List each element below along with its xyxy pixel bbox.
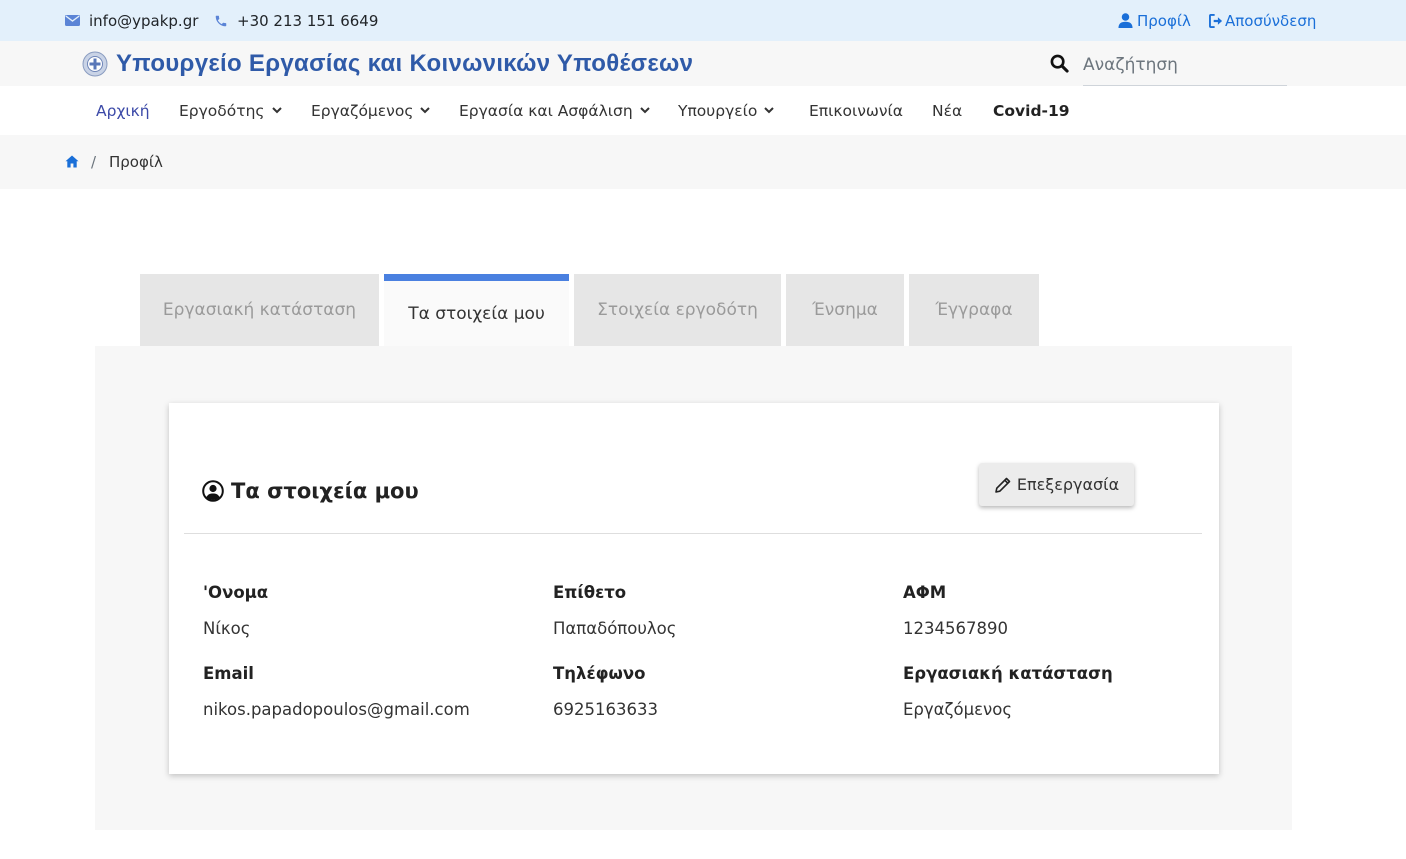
pencil-icon	[995, 477, 1011, 493]
nav-item-label: Εργασία και Ασφάλιση	[459, 101, 633, 120]
field-value-work-status: Εργαζόμενος	[903, 700, 1013, 719]
search-icon[interactable]	[1050, 54, 1069, 73]
nav-item-label: Επικοινωνία	[809, 101, 903, 120]
tab-my-details[interactable]: Τα στοιχεία μου	[384, 274, 569, 346]
nav-item-contact[interactable]: Επικοινωνία	[809, 86, 903, 135]
envelope-icon	[65, 15, 80, 26]
contact-email[interactable]: info@ypakp.gr	[65, 0, 198, 41]
chevron-down-icon	[639, 107, 650, 114]
contact-phone-text: +30 213 151 6649	[237, 11, 379, 30]
nav-item-ministry[interactable]: Υπουργείο	[678, 86, 775, 135]
field-value-email: nikos.papadopoulos@gmail.com	[203, 700, 470, 719]
field-value-tax-id: 1234567890	[903, 619, 1008, 638]
site-header: Υπουργείο Εργασίας και Κοινωνικών Υποθέσ…	[0, 41, 1406, 86]
field-label-tax-id: ΑΦΜ	[903, 583, 947, 602]
greek-coat-of-arms-icon	[82, 51, 108, 76]
phone-icon	[215, 15, 227, 26]
nav-item-home[interactable]: Αρχική	[96, 86, 150, 135]
user-circle-icon	[202, 480, 224, 502]
tab-employer-details[interactable]: Στοιχεία εργοδότη	[574, 274, 781, 346]
field-label-phone: Τηλέφωνο	[553, 664, 646, 683]
field-value-last-name: Παπαδόπουλος	[553, 619, 677, 638]
breadcrumb: / Προφίλ	[0, 135, 1406, 189]
tab-work-status[interactable]: Εργασιακή κατάσταση	[140, 274, 379, 346]
nav-item-label: Αρχική	[96, 101, 150, 120]
nav-item-news[interactable]: Νέα	[932, 86, 962, 135]
tab-label: Εργασιακή κατάσταση	[162, 300, 357, 320]
chevron-down-icon	[271, 107, 282, 114]
nav-item-employee[interactable]: Εργαζόμενος	[311, 86, 431, 135]
main-nav: Αρχική Εργοδότης Εργαζόμενος Εργασία και…	[0, 86, 1406, 135]
breadcrumb-separator: /	[91, 153, 97, 171]
nav-item-label: Εργοδότης	[179, 101, 265, 120]
field-label-first-name: 'Ονομα	[203, 583, 269, 602]
card-title-text: Τα στοιχεία μου	[231, 479, 419, 503]
profile-link-label: Προφίλ	[1137, 11, 1191, 30]
tab-stamps[interactable]: Ένσημα	[786, 274, 904, 346]
field-value-first-name: Νίκος	[203, 619, 251, 638]
contact-email-text: info@ypakp.gr	[89, 11, 199, 30]
nav-item-work-insurance[interactable]: Εργασία και Ασφάλιση	[459, 86, 650, 135]
card-divider	[184, 533, 1202, 534]
nav-item-label: Νέα	[932, 101, 963, 120]
site-title: Υπουργείο Εργασίας και Κοινωνικών Υποθέσ…	[116, 49, 694, 77]
search-bar	[1050, 51, 1287, 86]
search-input[interactable]	[1083, 51, 1287, 86]
tab-label: Στοιχεία εργοδότη	[597, 300, 758, 320]
chevron-down-icon	[764, 107, 775, 114]
home-icon[interactable]	[65, 155, 79, 168]
edit-button-label: Επεξεργασία	[1016, 475, 1120, 494]
logout-link[interactable]: Αποσύνδεση	[1209, 0, 1316, 41]
profile-link[interactable]: Προφίλ	[1118, 0, 1191, 41]
field-label-work-status: Εργασιακή κατάσταση	[903, 664, 1113, 683]
field-value-phone: 6925163633	[553, 700, 658, 719]
nav-item-employer[interactable]: Εργοδότης	[179, 86, 282, 135]
field-label-last-name: Επίθετο	[553, 583, 627, 602]
contact-phone[interactable]: +30 213 151 6649	[214, 0, 378, 41]
nav-item-label: Εργαζόμενος	[311, 101, 414, 120]
tab-label: Τα στοιχεία μου	[408, 303, 545, 324]
user-icon	[1118, 13, 1133, 28]
field-label-email: Email	[203, 664, 254, 683]
site-brand[interactable]: Υπουργείο Εργασίας και Κοινωνικών Υποθέσ…	[82, 41, 693, 86]
tab-label: Ένσημα	[812, 300, 878, 320]
nav-item-label: Covid-19	[993, 101, 1070, 120]
logout-link-label: Αποσύνδεση	[1225, 11, 1317, 30]
top-contact-bar: info@ypakp.gr +30 213 151 6649 Προφίλ Απ…	[0, 0, 1406, 41]
tab-label: Έγγραφα	[935, 300, 1013, 320]
nav-item-label: Υπουργείο	[678, 101, 758, 120]
edit-button[interactable]: Επεξεργασία	[979, 463, 1134, 506]
breadcrumb-current: Προφίλ	[109, 153, 163, 171]
tab-documents[interactable]: Έγγραφα	[909, 274, 1039, 346]
my-details-card: Τα στοιχεία μου Επεξεργασία 'Ονομα Νίκος…	[169, 403, 1219, 774]
card-title: Τα στοιχεία μου	[202, 479, 419, 503]
sign-out-icon	[1209, 13, 1223, 28]
nav-item-covid[interactable]: Covid-19	[993, 86, 1070, 135]
chevron-down-icon	[420, 107, 431, 114]
